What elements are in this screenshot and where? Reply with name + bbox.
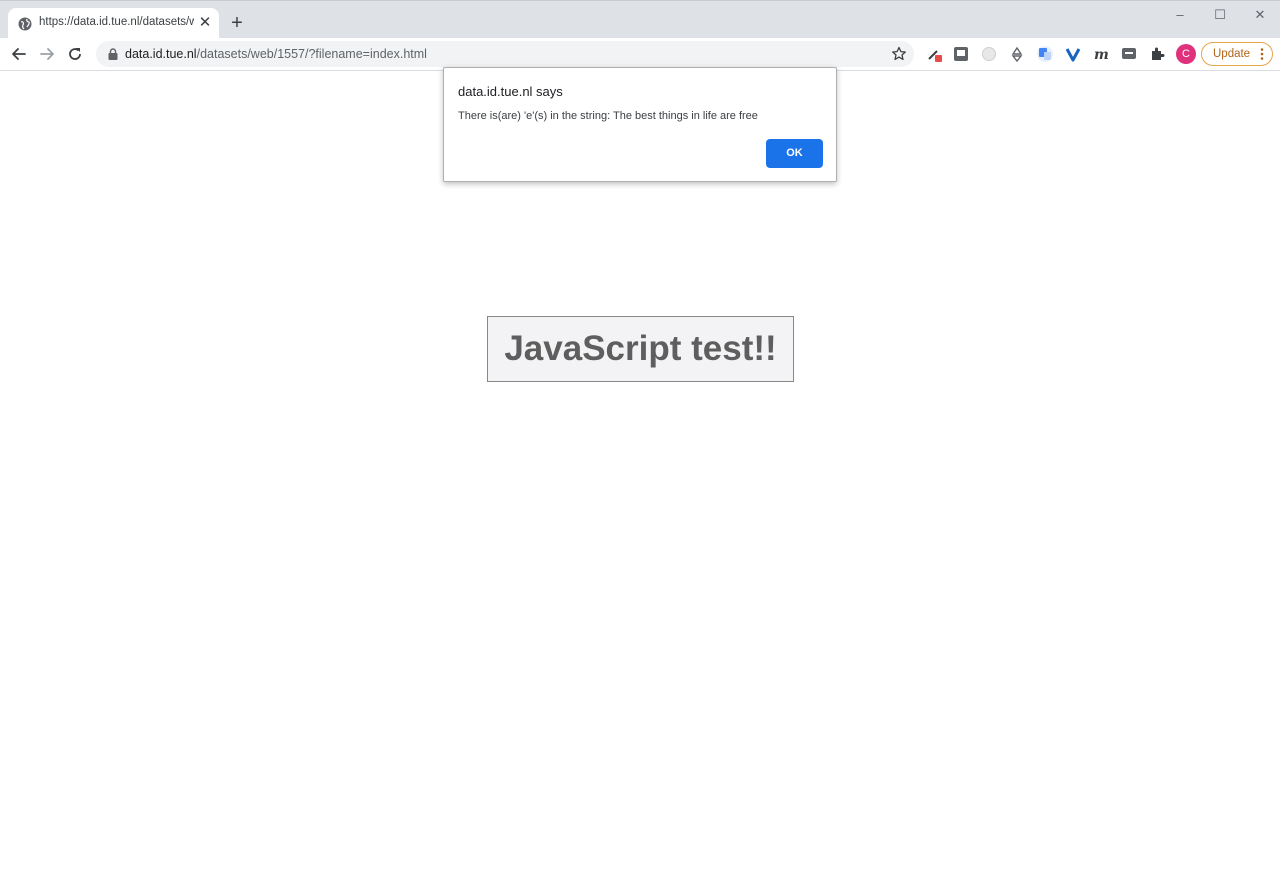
svg-text:m: m: [1094, 47, 1109, 62]
javascript-test-button[interactable]: JavaScript test!!: [487, 316, 794, 382]
alert-dialog: data.id.tue.nl says There is(are) 'e'(s)…: [443, 67, 837, 182]
dialog-title: data.id.tue.nl says: [458, 84, 563, 99]
bookmark-star-icon[interactable]: [891, 46, 907, 62]
reload-icon[interactable]: [64, 43, 86, 65]
ok-button[interactable]: OK: [766, 139, 823, 168]
minimize-button[interactable]: –: [1165, 5, 1195, 25]
v-extension-icon[interactable]: [1065, 46, 1081, 62]
globe-icon: [18, 17, 32, 31]
page-content: JavaScript test!!: [0, 71, 1280, 884]
circle-extension-icon[interactable]: [981, 46, 997, 62]
url-path: /datasets/web/1557/?filename=index.html: [196, 47, 427, 61]
forward-arrow-icon[interactable]: [36, 43, 58, 65]
profile-avatar[interactable]: C: [1176, 44, 1196, 64]
translate-extension-icon[interactable]: [1037, 46, 1053, 62]
eyedropper-extension-icon[interactable]: [926, 46, 942, 62]
tab-close-icon[interactable]: ✕: [197, 15, 213, 31]
tab-strip: https://data.id.tue.nl/datasets/web/1557…: [0, 0, 1280, 39]
recycle-extension-icon[interactable]: [1009, 46, 1025, 62]
new-tab-button[interactable]: +: [227, 13, 247, 33]
close-window-button[interactable]: ✕: [1245, 5, 1275, 25]
browser-tab[interactable]: https://data.id.tue.nl/datasets/web/1557…: [8, 8, 219, 39]
back-arrow-icon[interactable]: [8, 43, 30, 65]
url-host: data.id.tue.nl: [125, 47, 197, 61]
dialog-message: There is(are) 'e'(s) in the string: The …: [458, 110, 758, 122]
square-extension-icon[interactable]: [953, 46, 969, 62]
lock-icon[interactable]: [108, 48, 118, 60]
puzzle-extension-icon[interactable]: [1149, 46, 1165, 62]
kebab-menu-icon: [1260, 48, 1264, 60]
tab-title: https://data.id.tue.nl/datasets/web/1557…: [39, 16, 194, 28]
address-bar[interactable]: data.id.tue.nl/datasets/web/1557/?filena…: [96, 41, 914, 67]
maximize-button[interactable]: ☐: [1205, 5, 1235, 25]
m-extension-icon[interactable]: m: [1093, 46, 1109, 62]
update-label: Update: [1213, 48, 1251, 60]
url-text: data.id.tue.nl/datasets/web/1557/?filena…: [125, 47, 427, 61]
chat-extension-icon[interactable]: [1121, 46, 1137, 62]
update-button[interactable]: Update: [1201, 42, 1273, 66]
